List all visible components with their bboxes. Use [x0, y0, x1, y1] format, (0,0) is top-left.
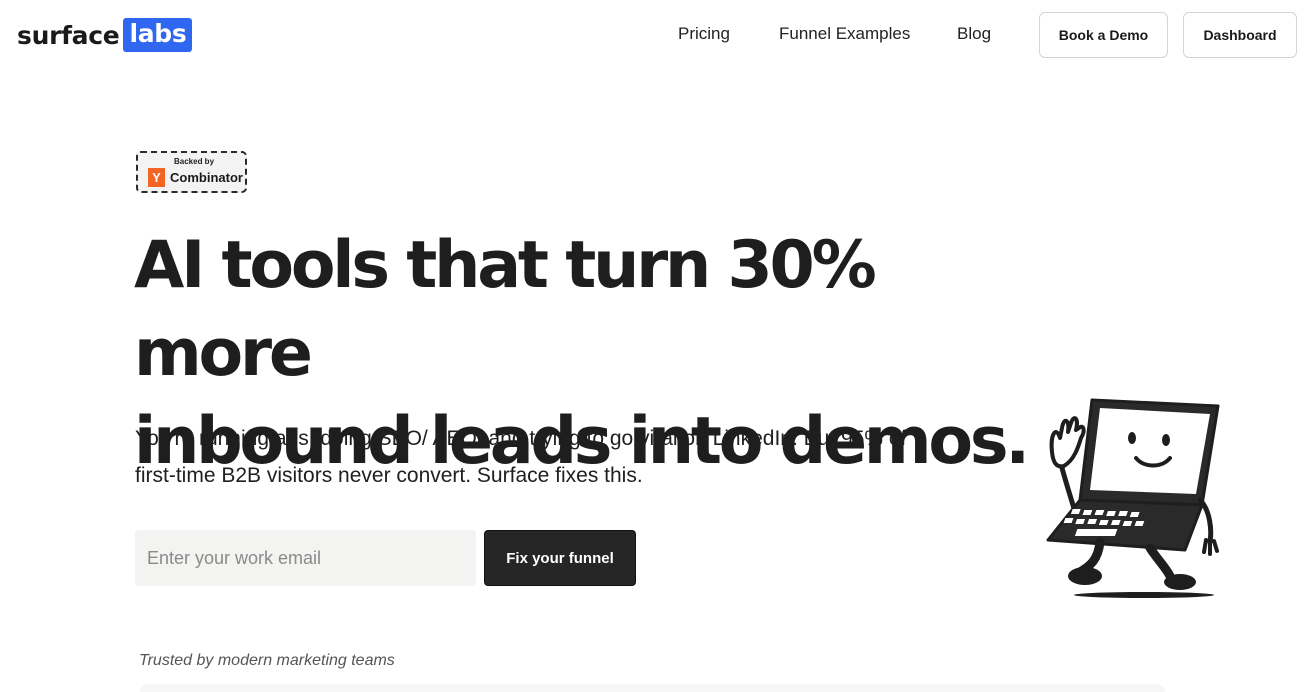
logo-word: surface: [17, 20, 120, 50]
yc-backed-by: Backed by: [174, 157, 215, 166]
yc-logo-icon: Y: [148, 168, 165, 187]
brand-logo[interactable]: surface labs: [17, 18, 193, 52]
book-demo-button[interactable]: Book a Demo: [1039, 12, 1168, 58]
hero-subtext: You're running ads, doing SEO/ AEO, and …: [135, 420, 995, 494]
nav-link-pricing[interactable]: Pricing: [678, 24, 730, 44]
laptop-mascot-icon: [1046, 398, 1220, 598]
yc-name: Combinator: [170, 170, 243, 185]
top-nav: surface labs Pricing Funnel Examples Blo…: [0, 0, 1315, 70]
dashboard-button[interactable]: Dashboard: [1183, 12, 1297, 58]
logo-box: labs: [123, 18, 193, 52]
work-email-input[interactable]: [135, 530, 476, 586]
logo-strip: [140, 684, 1165, 692]
nav-link-funnel-examples[interactable]: Funnel Examples: [779, 24, 910, 44]
trusted-by-text: Trusted by modern marketing teams: [139, 652, 395, 669]
subtext-line-1: You're running ads, doing SEO/ AEO, and …: [135, 427, 907, 450]
yc-badge: Backed by Y Combinator: [136, 151, 247, 193]
headline-line-1: AI tools that turn 30% more: [134, 228, 877, 391]
nav-link-blog[interactable]: Blog: [957, 24, 991, 44]
subtext-line-2: first-time B2B visitors never convert. S…: [135, 464, 643, 487]
fix-funnel-button[interactable]: Fix your funnel: [484, 530, 636, 586]
